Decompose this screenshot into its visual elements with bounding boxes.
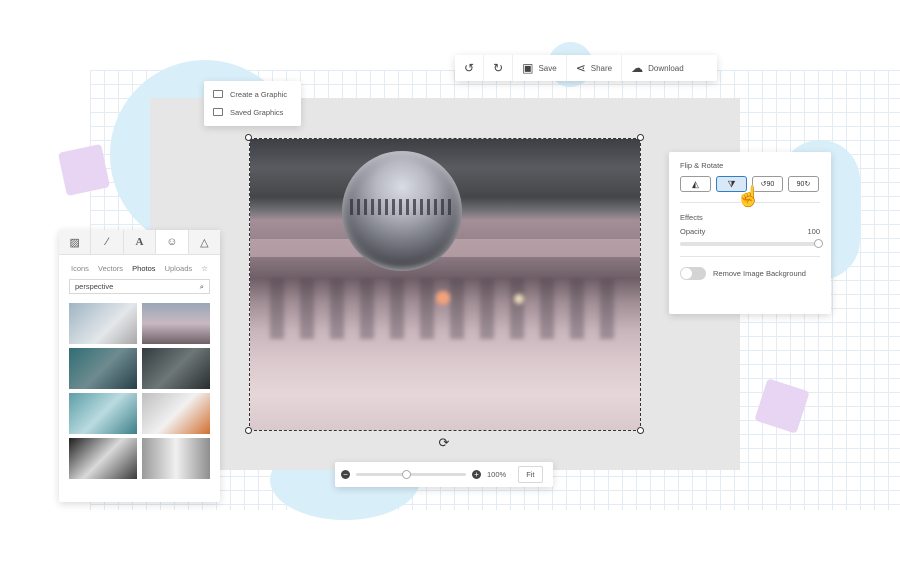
resize-handle-top-right[interactable] (637, 134, 644, 141)
tab-images[interactable]: ▨ (59, 230, 92, 254)
opacity-slider-knob[interactable] (814, 239, 823, 248)
opacity-label: Opacity (680, 227, 706, 236)
opacity-value: 100 (807, 227, 820, 236)
resize-handle-bottom-left[interactable] (245, 427, 252, 434)
zoom-slider-knob[interactable] (401, 470, 411, 479)
hand-pointer-icon: ☝ (736, 186, 761, 208)
zoom-fit-button[interactable]: Fit (518, 466, 543, 483)
assets-panel: ▨ ⁄ A ☺ △ Icons Vectors Photos Uploads ☆… (59, 230, 221, 502)
image-icon: ▨ (69, 236, 80, 249)
decorative-sparkle (57, 143, 111, 197)
rotate-left-icon: ↺90 (760, 181, 775, 188)
remove-background-label: Remove Image Background (713, 269, 806, 278)
undo-button[interactable]: ↺ (455, 55, 485, 81)
redo-icon: ↻ (493, 61, 504, 75)
search-value: perspective (75, 282, 114, 291)
zoom-bar: − + 100% Fit (335, 462, 553, 487)
star-icon[interactable]: ☆ (201, 264, 208, 279)
toggle-knob (681, 268, 692, 279)
menu-item-label: Saved Graphics (230, 107, 284, 117)
share-icon: ⋖ (575, 61, 586, 75)
flip-rotate-title: Flip & Rotate (680, 161, 724, 170)
remove-background-toggle[interactable] (680, 267, 706, 280)
zoom-out-button[interactable]: − (341, 470, 350, 479)
undo-icon: ↺ (464, 61, 475, 75)
share-label: Share (590, 63, 613, 73)
save-label: Save (538, 63, 557, 73)
image-properties-panel: Flip & Rotate ◭ ⧩ ↺90 90↻ Effects Opacit… (669, 152, 831, 314)
assets-tab-bar: ▨ ⁄ A ☺ △ (59, 230, 221, 255)
redo-button[interactable]: ↻ (484, 55, 514, 81)
create-menu: Create a Graphic Saved Graphics (204, 81, 301, 126)
search-input[interactable]: perspective ⌕ (69, 279, 210, 294)
magic-wand-icon: ⁄ (106, 236, 109, 248)
resize-handle-bottom-right[interactable] (637, 427, 644, 434)
smiley-icon: ☺ (166, 236, 178, 248)
category-icons[interactable]: Icons (71, 264, 89, 279)
menu-item-label: Create a Graphic (230, 89, 288, 99)
triangle-icon: △ (200, 236, 209, 249)
rotate-handle-icon[interactable]: ⟳ (437, 436, 451, 450)
share-button[interactable]: ⋖ Share (567, 55, 623, 81)
category-filter: Icons Vectors Photos Uploads ☆ (59, 255, 220, 279)
tab-graphics[interactable]: ☺ (156, 230, 189, 254)
opacity-row: Opacity 100 (680, 227, 820, 236)
flip-horizontal-button[interactable]: ◭ (680, 176, 711, 192)
photo-reflections (270, 279, 620, 339)
selected-photo[interactable] (249, 138, 641, 431)
zoom-in-button[interactable]: + (472, 470, 481, 479)
photo-thumbnail[interactable] (142, 303, 210, 344)
flip-vertical-icon: ⧩ (727, 178, 736, 189)
effects-title: Effects (680, 213, 703, 222)
menu-item-saved-graphics[interactable]: Saved Graphics (204, 103, 301, 121)
photo-image (250, 139, 640, 430)
top-toolbar: ↺ ↻ ▣ Save ⋖ Share ☁ Download (455, 55, 717, 81)
photo-thumbnail[interactable] (69, 393, 137, 434)
category-vectors[interactable]: Vectors (98, 264, 123, 279)
photo-thumbnail[interactable] (69, 303, 137, 344)
rotate-right-value: 90 (796, 181, 805, 188)
tab-effects[interactable]: ⁄ (91, 230, 124, 254)
resize-handle-top-left[interactable] (245, 134, 252, 141)
opacity-slider[interactable] (680, 239, 823, 248)
image-icon (213, 90, 223, 98)
divider (680, 256, 820, 257)
zoom-slider[interactable] (356, 470, 466, 479)
photo-thumbnail[interactable] (142, 348, 210, 389)
search-icon[interactable]: ⌕ (200, 282, 204, 292)
sphere-skyline (350, 199, 454, 215)
photo-thumbnail[interactable] (69, 348, 137, 389)
photo-results-grid (59, 294, 220, 479)
zoom-value: 100% (487, 470, 507, 479)
remove-background-row: Remove Image Background (680, 267, 820, 280)
flip-horizontal-icon: ◭ (692, 178, 699, 189)
photo-thumbnail[interactable] (142, 438, 210, 479)
photo-thumbnail[interactable] (69, 438, 137, 479)
category-uploads[interactable]: Uploads (165, 264, 193, 279)
photo-light (436, 291, 450, 305)
tab-shapes[interactable]: △ (188, 230, 221, 254)
download-label: Download (648, 63, 684, 73)
photo-thumbnail[interactable] (142, 393, 210, 434)
menu-item-create-graphic[interactable]: Create a Graphic (204, 85, 301, 103)
crystal-ball (342, 151, 462, 271)
rotate-right-button[interactable]: 90↻ (788, 176, 819, 192)
category-photos[interactable]: Photos (132, 264, 155, 279)
text-icon: A (135, 236, 144, 248)
cloud-download-icon: ☁ (631, 61, 644, 75)
save-button[interactable]: ▣ Save (513, 55, 567, 81)
tab-text[interactable]: A (123, 230, 157, 254)
folder-icon (213, 108, 223, 116)
floppy-disk-icon: ▣ (522, 61, 534, 75)
rotate-left-value: 90 (766, 181, 775, 188)
photo-light (514, 294, 524, 304)
download-button[interactable]: ☁ Download (622, 55, 693, 81)
rotate-right-icon: 90↻ (796, 181, 811, 188)
